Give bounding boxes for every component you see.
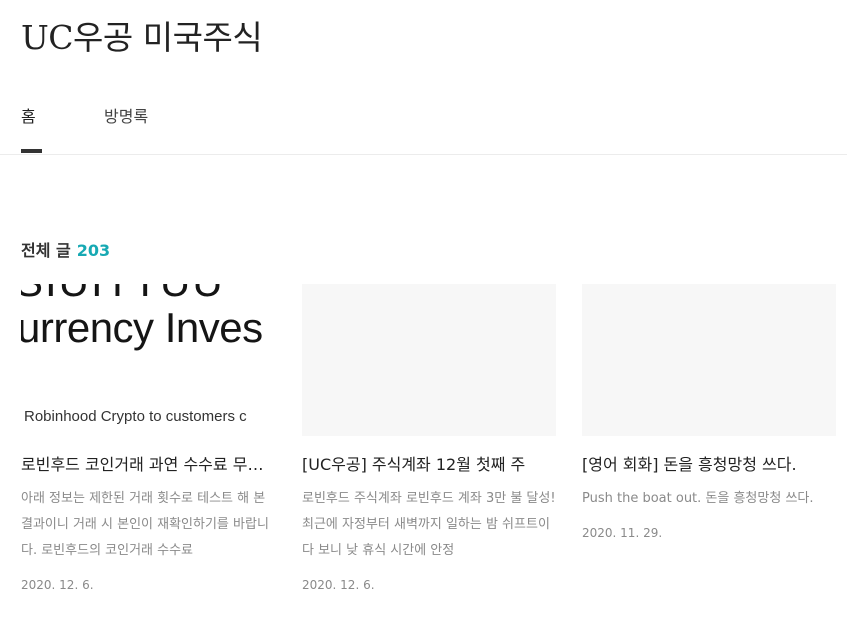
post-thumbnail[interactable] [302,284,556,436]
nav-item-home[interactable]: 홈 [21,106,36,128]
thumbnail-text-sub: Robinhood Crypto to customers c [24,408,247,425]
main-nav: 홈 방명록 [0,96,847,155]
post-excerpt: 로빈후드 주식계좌 로빈후드 계좌 3만 불 달성! 최근에 자정부터 새벽까지… [302,491,556,558]
thumbnail-text-top: SIUITTUU [21,284,225,306]
nav-active-indicator [21,149,42,153]
post-card[interactable]: SIUITTUU urrency Inves Robinhood Crypto … [21,284,275,594]
post-title[interactable]: [영어 회화] 돈을 흥청망청 쓰다. [582,452,836,478]
blog-title[interactable]: UC우공 미국주식 [21,16,263,60]
post-card[interactable]: [UC우공] 주식계좌 12월 첫째 주 로빈후드 주식계좌 로빈후드 계좌 3… [302,284,556,594]
post-card[interactable]: [영어 회화] 돈을 흥청망청 쓰다. Push the boat out. 돈… [582,284,836,542]
post-count: 203 [76,241,111,260]
thumbnail-text-main: urrency Inves [21,304,263,351]
post-date: 2020. 11. 29. [582,526,663,540]
post-date: 2020. 12. 6. [302,578,375,592]
nav-item-guestbook[interactable]: 방명록 [104,106,148,128]
post-thumbnail[interactable]: SIUITTUU urrency Inves Robinhood Crypto … [21,284,275,436]
post-title[interactable]: 로빈후드 코인거래 과연 수수료 무료일까? [21,452,275,478]
post-excerpt: Push the boat out. 돈을 흥청망청 쓰다. [582,491,814,506]
section-header: 전체 글 203 [21,239,110,263]
post-date: 2020. 12. 6. [21,578,94,592]
post-excerpt: 아래 정보는 제한된 거래 횟수로 테스트 해 본 결과이니 거래 시 본인이 … [21,491,269,558]
post-title[interactable]: [UC우공] 주식계좌 12월 첫째 주 [302,452,556,478]
post-thumbnail[interactable] [582,284,836,436]
section-title: 전체 글 [21,241,71,260]
